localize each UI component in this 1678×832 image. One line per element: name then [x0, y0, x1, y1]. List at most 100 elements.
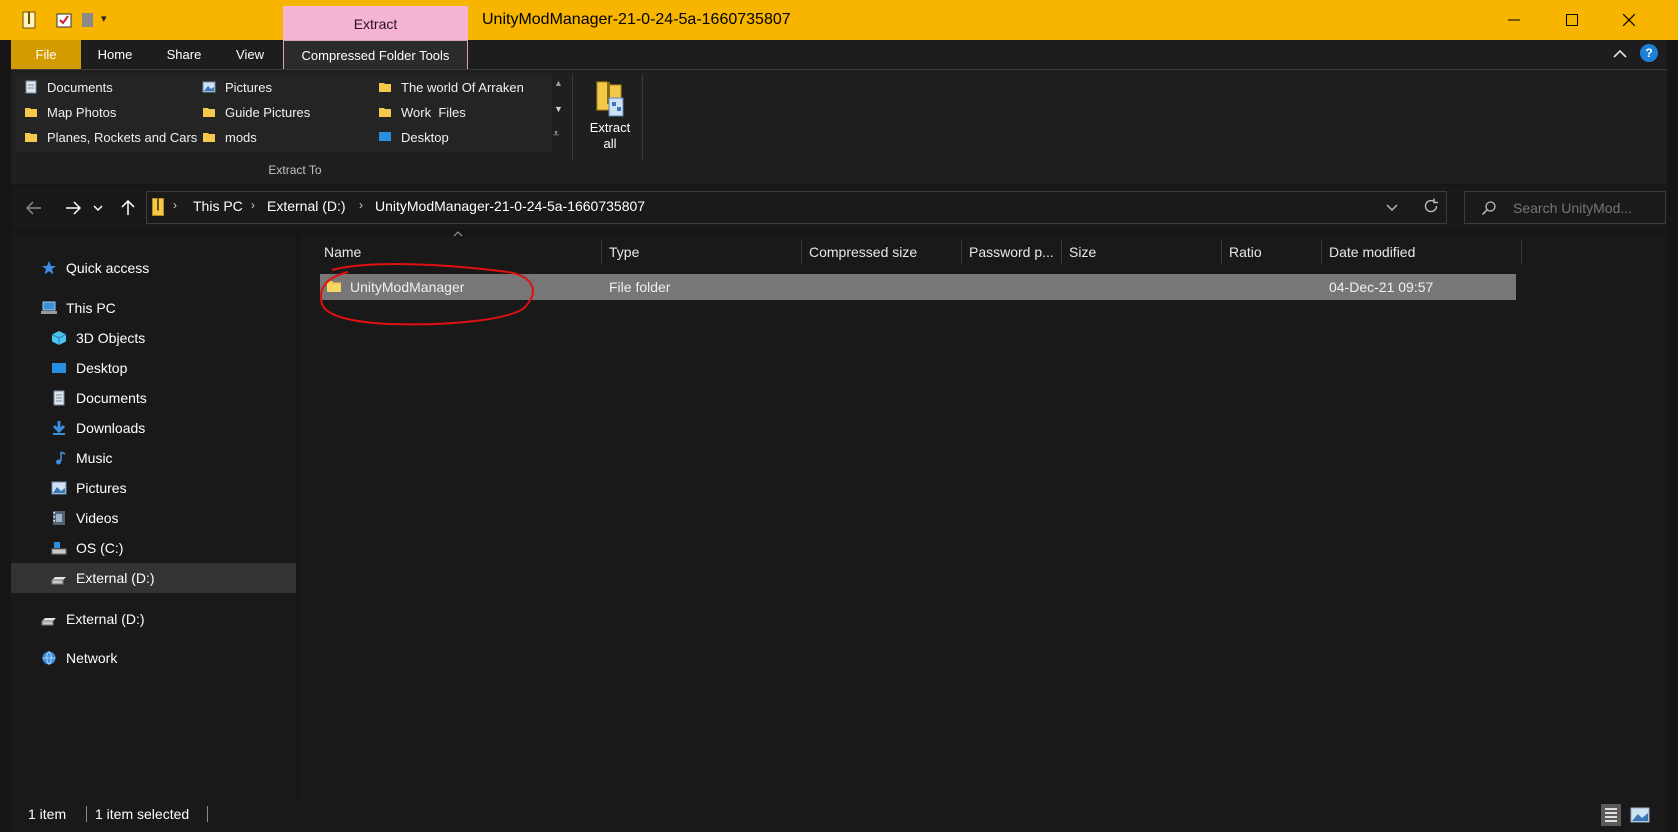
- maximize-button[interactable]: [1560, 10, 1584, 30]
- sidebar-item-label: External (D:): [76, 570, 155, 586]
- folder-icon: [379, 108, 391, 117]
- details-view-button[interactable]: [1601, 804, 1621, 826]
- breadcrumb-current-folder[interactable]: UnityModManager-21-0-24-5a-1660735807: [375, 198, 645, 214]
- large-icons-view-button[interactable]: [1630, 806, 1650, 824]
- sidebar-item-music[interactable]: Music: [11, 443, 296, 473]
- desktop-icon: [52, 363, 66, 373]
- status-separator: [207, 806, 208, 822]
- minimize-button[interactable]: [1502, 10, 1526, 30]
- sidebar-item-desktop[interactable]: Desktop: [11, 353, 296, 383]
- help-icon[interactable]: ?: [1640, 44, 1658, 62]
- up-button[interactable]: [116, 196, 140, 220]
- destination-documents[interactable]: Documents: [24, 76, 113, 98]
- window-frame-right: [1667, 40, 1678, 832]
- sidebar-item-label: Documents: [76, 390, 147, 406]
- breadcrumb-separator[interactable]: ›: [359, 198, 363, 212]
- sidebar-item-external-d[interactable]: External (D:): [11, 563, 296, 593]
- extract-to-gallery: Documents Map Photos Planes, Rockets and…: [16, 76, 563, 152]
- gallery-scroll-down-icon[interactable]: ▼: [554, 104, 563, 114]
- breadcrumb-this-pc[interactable]: This PC: [193, 198, 243, 214]
- sidebar-item-quick-access[interactable]: Quick access: [11, 253, 296, 283]
- search-input[interactable]: [1513, 200, 1661, 216]
- destination-mods[interactable]: mods: [202, 126, 257, 148]
- column-header-password-protected[interactable]: Password p...: [961, 240, 1062, 264]
- properties-icon[interactable]: [56, 12, 72, 28]
- sidebar-item-downloads[interactable]: Downloads: [11, 413, 296, 443]
- folder-icon: [25, 108, 37, 117]
- network-icon: [42, 651, 56, 665]
- gallery-expand-icon[interactable]: ⩡: [553, 128, 559, 141]
- gallery-scroll-up-icon[interactable]: ▲: [554, 78, 563, 88]
- destination-label: Planes, Rockets and Cars: [47, 129, 198, 145]
- breadcrumb-separator[interactable]: ›: [173, 198, 177, 212]
- sidebar-item-label: External (D:): [66, 611, 145, 627]
- sidebar-item-documents[interactable]: Documents: [11, 383, 296, 413]
- destination-pictures[interactable]: Pictures: [202, 76, 272, 98]
- column-header-ratio[interactable]: Ratio: [1221, 240, 1322, 264]
- star-icon: [42, 261, 56, 275]
- title-bar: [0, 0, 1678, 40]
- forward-button[interactable]: [61, 196, 85, 220]
- cube-icon: [51, 331, 67, 345]
- destination-label: Guide Pictures: [225, 104, 311, 120]
- column-header-name[interactable]: Name: [316, 240, 602, 264]
- context-tab-label: Extract: [353, 16, 398, 32]
- folder-icon: [203, 133, 215, 142]
- tab-compressed-folder-tools[interactable]: Compressed Folder Tools: [283, 40, 468, 69]
- sidebar-item-network[interactable]: Network: [11, 643, 296, 673]
- ribbon-separator: [642, 74, 643, 160]
- destination-label: mods: [225, 129, 257, 145]
- destination-planes-rockets-cars[interactable]: Planes, Rockets and Cars: [24, 126, 197, 148]
- close-button[interactable]: [1617, 10, 1641, 30]
- drive-icon: [41, 618, 56, 626]
- pictures-icon: [51, 481, 67, 495]
- destination-desktop[interactable]: Desktop: [378, 126, 449, 148]
- window-title: UnityModManager-21-0-24-5a-1660735807: [482, 11, 791, 28]
- ribbon-separator: [572, 74, 573, 160]
- sidebar-item-os-c[interactable]: OS (C:): [11, 533, 296, 563]
- breadcrumb-external-d[interactable]: External (D:): [267, 198, 346, 214]
- folder-icon: [203, 108, 215, 117]
- tab-home[interactable]: Home: [80, 40, 150, 69]
- sidebar-item-label: Desktop: [76, 360, 128, 376]
- sidebar-item-videos[interactable]: Videos: [11, 503, 296, 533]
- breadcrumb-separator[interactable]: ›: [251, 198, 255, 212]
- status-separator: [86, 806, 87, 822]
- sidebar-item-label: Quick access: [66, 260, 150, 276]
- column-header-date-modified[interactable]: Date modified: [1321, 240, 1522, 264]
- sidebar-item-external-d-root[interactable]: External (D:): [11, 604, 296, 634]
- context-tab-extract: Extract: [283, 6, 468, 40]
- new-folder-icon[interactable]: [80, 12, 96, 28]
- recent-locations-button[interactable]: [91, 196, 105, 220]
- collapse-ribbon-icon[interactable]: [1613, 46, 1627, 62]
- column-header-type[interactable]: Type: [601, 240, 802, 264]
- tab-file[interactable]: File: [11, 40, 81, 69]
- maximize-icon: [1566, 14, 1578, 26]
- desktop-icon: [379, 132, 391, 141]
- destination-work-files[interactable]: Work Files: [378, 101, 466, 123]
- refresh-button[interactable]: [1422, 197, 1440, 218]
- sidebar-item-3d-objects[interactable]: 3D Objects: [11, 323, 296, 353]
- back-button[interactable]: [22, 196, 46, 220]
- sidebar-item-label: 3D Objects: [76, 330, 146, 346]
- sidebar-item-pictures[interactable]: Pictures: [11, 473, 296, 503]
- search-box[interactable]: [1464, 191, 1666, 224]
- sort-ascending-icon: [453, 229, 463, 240]
- destination-world-of-arraken[interactable]: The world Of Arraken: [378, 76, 524, 98]
- destination-label: Work Files: [401, 104, 466, 120]
- up-arrow-icon: [121, 200, 135, 215]
- sidebar-item-this-pc[interactable]: This PC: [11, 293, 296, 323]
- tab-share[interactable]: Share: [150, 40, 218, 69]
- details-view-icon: [1605, 808, 1617, 822]
- destination-map-photos[interactable]: Map Photos: [24, 101, 116, 123]
- address-history-button[interactable]: [1386, 200, 1398, 216]
- minimize-icon: [1508, 19, 1520, 21]
- column-header-compressed-size[interactable]: Compressed size: [801, 240, 962, 264]
- destination-guide-pictures[interactable]: Guide Pictures: [202, 101, 310, 123]
- annotation-circle: [319, 263, 534, 326]
- column-header-size[interactable]: Size: [1061, 240, 1222, 264]
- computer-icon: [41, 301, 57, 314]
- customize-qat-icon[interactable]: ▾: [101, 12, 107, 25]
- sidebar-item-label: Downloads: [76, 420, 146, 436]
- tab-view[interactable]: View: [218, 40, 282, 69]
